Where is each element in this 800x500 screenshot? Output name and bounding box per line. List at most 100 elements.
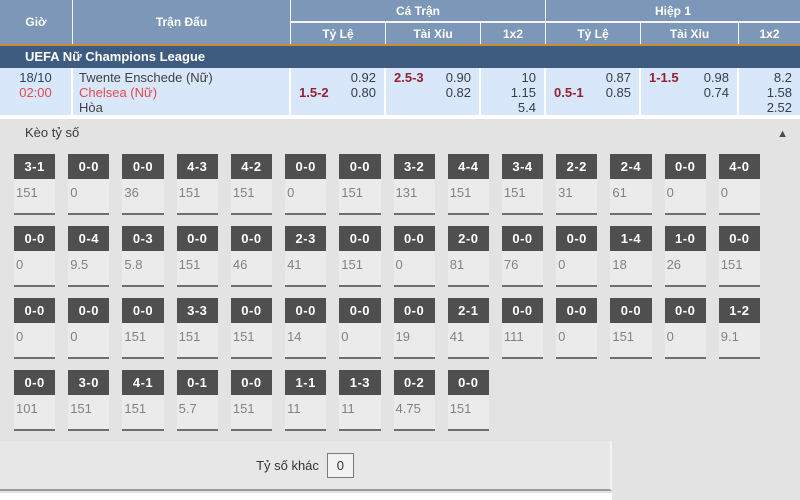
score-value[interactable]: 0-0 [68, 298, 109, 323]
score-value[interactable]: 0-0 [394, 226, 435, 251]
score-value[interactable]: 0-0 [177, 226, 218, 251]
score-cell[interactable]: 3-0151 [68, 370, 109, 431]
score-cell[interactable]: 0-00 [285, 154, 326, 215]
score-cell[interactable]: 3-2131 [394, 154, 435, 215]
score-cell[interactable]: 0-0151 [122, 298, 163, 359]
h1-overunder-cell[interactable]: 1-1.50.98 0.74 [641, 68, 737, 115]
score-cell[interactable]: 4-1151 [122, 370, 163, 431]
score-cell[interactable]: 2-341 [285, 226, 326, 287]
h1-1x2-away-odds[interactable]: 1.58 [767, 85, 792, 100]
score-cell[interactable]: 0-00 [68, 298, 109, 359]
other-score-value-box[interactable]: 0 [327, 453, 354, 478]
score-value[interactable]: 0-2 [394, 370, 435, 395]
score-cell[interactable]: 0-0151 [231, 298, 272, 359]
score-cell[interactable]: 0-24.75 [394, 370, 435, 431]
score-cell[interactable]: 4-4151 [448, 154, 489, 215]
score-cell[interactable]: 0-00 [665, 154, 706, 215]
score-value[interactable]: 0-0 [339, 298, 380, 323]
score-cell[interactable]: 0-0151 [339, 154, 380, 215]
score-value[interactable]: 0-0 [339, 226, 380, 251]
h1-1x2-draw-odds[interactable]: 2.52 [767, 100, 792, 115]
score-value[interactable]: 1-1 [285, 370, 326, 395]
h1-1x2-cell[interactable]: 8.2 1.58 2.52 [739, 68, 800, 115]
score-value[interactable]: 0-4 [68, 226, 109, 251]
score-cell[interactable]: 0-15.7 [177, 370, 218, 431]
score-value[interactable]: 1-3 [339, 370, 380, 395]
league-header[interactable]: UEFA Nữ Champions League [0, 46, 800, 68]
score-cell[interactable]: 0-0151 [448, 370, 489, 431]
ft-hdp-away-odds[interactable]: 0.80 [351, 85, 376, 100]
score-value[interactable]: 0-0 [68, 154, 109, 179]
score-value[interactable]: 0-0 [14, 298, 55, 323]
score-value[interactable]: 0-0 [231, 226, 272, 251]
score-value[interactable]: 0-0 [502, 298, 543, 323]
score-value[interactable]: 0-0 [122, 298, 163, 323]
score-value[interactable]: 3-3 [177, 298, 218, 323]
h1-1x2-home-odds[interactable]: 8.2 [774, 70, 792, 85]
ft-1x2-draw-odds[interactable]: 5.4 [518, 100, 536, 115]
score-cell[interactable]: 4-3151 [177, 154, 218, 215]
score-value[interactable]: 0-1 [177, 370, 218, 395]
score-cell[interactable]: 0-0151 [719, 226, 760, 287]
score-value[interactable]: 0-0 [394, 298, 435, 323]
h1-hdp-away-odds[interactable]: 0.85 [606, 85, 631, 100]
score-cell[interactable]: 1-026 [665, 226, 706, 287]
ft-overunder-cell[interactable]: 2.5-30.90 0.82 [386, 68, 479, 115]
score-cell[interactable]: 0-0151 [610, 298, 651, 359]
score-cell[interactable]: 0-036 [122, 154, 163, 215]
ft-hdp-home-odds[interactable]: 0.92 [351, 70, 376, 85]
score-value[interactable]: 0-0 [665, 298, 706, 323]
score-value[interactable]: 4-1 [122, 370, 163, 395]
score-value[interactable]: 1-4 [610, 226, 651, 251]
score-value[interactable]: 0-0 [556, 298, 597, 323]
score-value[interactable]: 1-0 [665, 226, 706, 251]
score-cell[interactable]: 1-418 [610, 226, 651, 287]
score-cell[interactable]: 0-0111 [502, 298, 543, 359]
score-cell[interactable]: 3-4151 [502, 154, 543, 215]
score-value[interactable]: 1-2 [719, 298, 760, 323]
score-cell[interactable]: 1-111 [285, 370, 326, 431]
score-cell[interactable]: 1-311 [339, 370, 380, 431]
score-cell[interactable]: 0-00 [68, 154, 109, 215]
score-cell[interactable]: 3-3151 [177, 298, 218, 359]
score-value[interactable]: 4-0 [719, 154, 760, 179]
score-cell[interactable]: 1-29.1 [719, 298, 760, 359]
score-cell[interactable]: 0-076 [502, 226, 543, 287]
score-cell[interactable]: 0-0101 [14, 370, 55, 431]
score-value[interactable]: 0-0 [231, 298, 272, 323]
score-cell[interactable]: 0-046 [231, 226, 272, 287]
score-cell[interactable]: 0-00 [14, 226, 55, 287]
score-value[interactable]: 0-0 [665, 154, 706, 179]
h1-under-odds[interactable]: 0.74 [704, 85, 729, 100]
score-value[interactable]: 2-0 [448, 226, 489, 251]
score-value[interactable]: 0-0 [448, 370, 489, 395]
score-value[interactable]: 0-0 [719, 226, 760, 251]
score-value[interactable]: 0-0 [14, 370, 55, 395]
score-value[interactable]: 3-0 [68, 370, 109, 395]
score-value[interactable]: 2-1 [448, 298, 489, 323]
score-value[interactable]: 0-0 [502, 226, 543, 251]
score-cell[interactable]: 0-00 [14, 298, 55, 359]
score-cell[interactable]: 0-49.5 [68, 226, 109, 287]
score-value[interactable]: 3-2 [394, 154, 435, 179]
score-cell[interactable]: 4-00 [719, 154, 760, 215]
ft-1x2-home-odds[interactable]: 10 [522, 70, 536, 85]
score-cell[interactable]: 0-00 [556, 298, 597, 359]
score-cell[interactable]: 0-0151 [231, 370, 272, 431]
h1-hdp-home-odds[interactable]: 0.87 [606, 70, 631, 85]
ft-handicap-cell[interactable]: 0.92 1.5-20.80 [291, 68, 384, 115]
score-cell[interactable]: 3-1151 [14, 154, 55, 215]
score-cell[interactable]: 2-231 [556, 154, 597, 215]
score-value[interactable]: 0-0 [122, 154, 163, 179]
score-value[interactable]: 0-0 [14, 226, 55, 251]
score-cell[interactable]: 0-00 [556, 226, 597, 287]
score-value[interactable]: 2-4 [610, 154, 651, 179]
collapse-arrow-icon[interactable]: ▲ [777, 128, 788, 140]
score-value[interactable]: 0-0 [339, 154, 380, 179]
h1-over-odds[interactable]: 0.98 [704, 70, 729, 85]
score-cell[interactable]: 0-019 [394, 298, 435, 359]
score-value[interactable]: 3-4 [502, 154, 543, 179]
score-cell[interactable]: 0-00 [665, 298, 706, 359]
score-value[interactable]: 4-4 [448, 154, 489, 179]
score-cell[interactable]: 0-0151 [177, 226, 218, 287]
